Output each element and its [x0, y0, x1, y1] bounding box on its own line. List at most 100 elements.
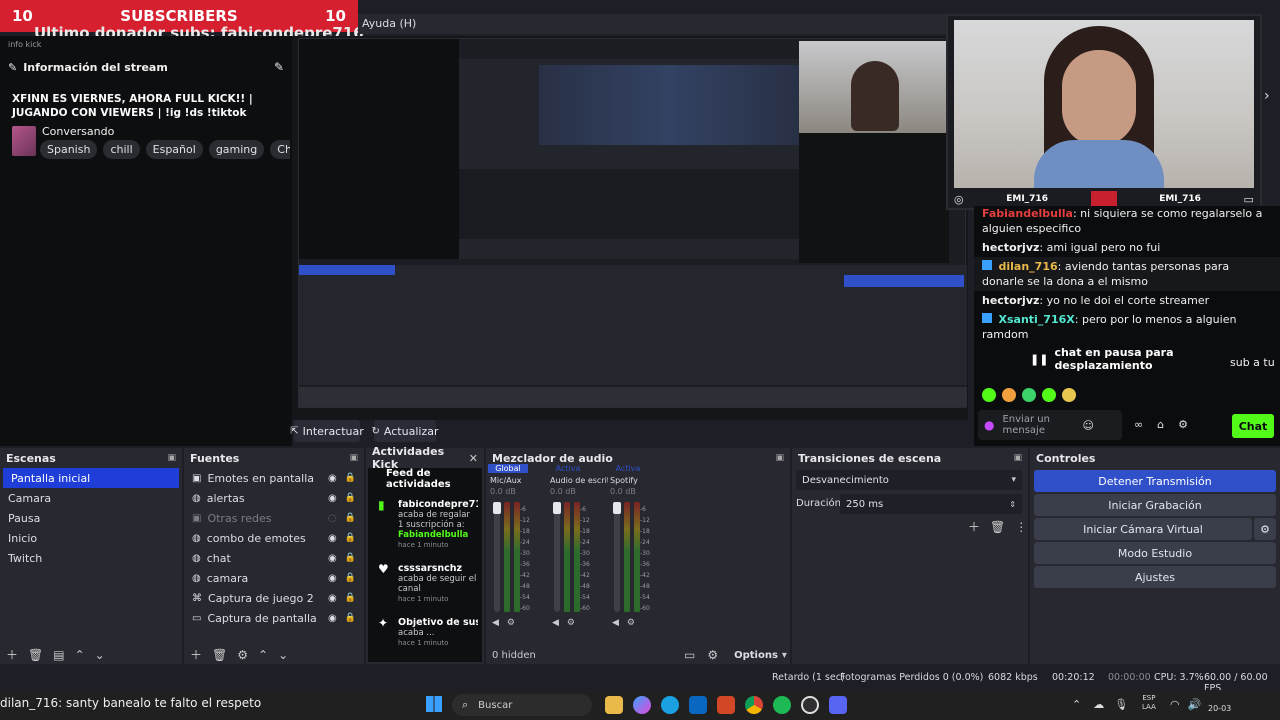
trash-icon[interactable]: 🗑	[212, 648, 227, 662]
source-item[interactable]: ⌘ Captura de juego 2 ◉ 🔒	[184, 588, 364, 608]
cloud-icon[interactable]: ☁	[1093, 698, 1104, 711]
scene-item[interactable]: Twitch	[0, 548, 182, 568]
file-explorer-icon[interactable]	[605, 696, 623, 714]
chat-send-button[interactable]: Chat	[1232, 414, 1274, 438]
undock-icon[interactable]: ▣	[167, 453, 176, 463]
scene-item[interactable]: Camara	[0, 488, 182, 508]
start-virtual-camera-button[interactable]: Iniciar Cámara Virtual	[1034, 518, 1252, 540]
eye-icon[interactable]: ◌	[328, 513, 337, 524]
audio-channel-name[interactable]: Mic/Aux	[490, 476, 548, 485]
speaker-icon[interactable]: ◀	[612, 618, 619, 628]
tag-item[interactable]: Spanish	[40, 140, 98, 159]
scene-item[interactable]: Pausa	[0, 508, 182, 528]
studio-mode-button[interactable]: Modo Estudio	[1034, 542, 1276, 564]
gear-icon[interactable]: ⚙	[567, 618, 575, 628]
wifi-icon[interactable]: ◠	[1170, 698, 1180, 711]
lock-icon[interactable]: 🔒	[345, 613, 356, 624]
eye-icon[interactable]: ◉	[328, 593, 337, 604]
chat-username[interactable]: hectorjvz	[982, 241, 1039, 254]
tag-item[interactable]: gaming	[208, 140, 265, 159]
spotify-icon[interactable]	[773, 696, 791, 714]
volume-fader[interactable]	[553, 502, 561, 612]
chrome-icon[interactable]	[745, 696, 763, 714]
audio-options-button[interactable]: Options	[734, 650, 778, 661]
trash-icon[interactable]: 🗑	[990, 520, 1005, 534]
audio-channel-name[interactable]: Audio de escritorio	[550, 476, 608, 485]
lock-icon[interactable]: 🔒	[345, 493, 356, 504]
windows-start-icon[interactable]	[426, 696, 442, 712]
virtual-camera-settings-button[interactable]: ⚙	[1254, 518, 1276, 540]
add-icon[interactable]: ＋	[6, 646, 18, 663]
infinity-icon[interactable]: ∞	[1134, 418, 1143, 431]
stop-streaming-button[interactable]: Detener Transmisión	[1034, 470, 1276, 492]
layout-icon[interactable]: ▭	[684, 648, 695, 662]
lock-icon[interactable]: 🔒	[345, 553, 356, 564]
source-item[interactable]: ◍ alertas ◉ 🔒	[184, 488, 364, 508]
edit-icon[interactable]: ✎	[274, 60, 284, 74]
volume-icon[interactable]: 🔊	[1188, 698, 1202, 711]
chat-username[interactable]: dilan_716	[999, 260, 1058, 273]
audio-channel-name[interactable]: Spotify	[610, 476, 668, 485]
gear-icon[interactable]: ⚙	[1178, 418, 1188, 431]
add-icon[interactable]: ＋	[190, 646, 202, 663]
edge-icon[interactable]	[661, 696, 679, 714]
gear-icon[interactable]: ⚙	[707, 648, 718, 662]
undock-icon[interactable]: ▣	[349, 453, 358, 463]
emoji-icon[interactable]: ☺	[1082, 419, 1093, 432]
audio-tab[interactable]: Activa	[608, 464, 648, 473]
lock-icon[interactable]: 🔒	[345, 473, 356, 484]
mail-icon[interactable]	[717, 696, 735, 714]
add-icon[interactable]: ＋	[968, 518, 980, 535]
interact-button[interactable]: ⇱ Interactuar	[290, 420, 364, 442]
chat-input[interactable]: ● Enviar un mensaje ☺	[978, 410, 1122, 440]
preview-canvas[interactable]	[292, 36, 968, 420]
chevron-down-icon[interactable]: ⌄	[95, 648, 105, 662]
source-item[interactable]: ◍ camara ◉ 🔒	[184, 568, 364, 588]
obs-icon[interactable]	[801, 696, 819, 714]
gear-icon[interactable]: ⚙	[627, 618, 635, 628]
chevron-up-icon[interactable]: ⌃	[258, 648, 268, 662]
lock-icon[interactable]: 🔒	[345, 533, 356, 544]
menu-help[interactable]: Ayuda (H)	[362, 17, 416, 30]
chevron-right-icon[interactable]: ›	[1264, 88, 1270, 104]
audio-tab[interactable]: Activa	[548, 464, 588, 473]
source-item[interactable]: ▣ Emotes en pantalla ◉ 🔒	[184, 468, 364, 488]
source-item[interactable]: ◍ chat ◉ 🔒	[184, 548, 364, 568]
start-recording-button[interactable]: Iniciar Grabación	[1034, 494, 1276, 516]
lock-icon[interactable]: 🔒	[345, 593, 356, 604]
source-item[interactable]: ▭ Captura de pantalla ◉ 🔒	[184, 608, 364, 628]
discord-icon[interactable]	[829, 696, 847, 714]
eye-icon[interactable]: ◉	[328, 573, 337, 584]
eye-icon[interactable]: ◉	[328, 613, 337, 624]
tag-item[interactable]: Chile	[270, 140, 290, 159]
filter-icon[interactable]: ▤	[53, 648, 64, 662]
refresh-button[interactable]: ↻ Actualizar	[372, 420, 438, 442]
speaker-icon[interactable]: ◀	[492, 618, 499, 628]
chevron-up-icon[interactable]: ⌃	[75, 648, 85, 662]
chevron-down-icon[interactable]: ⌄	[278, 648, 288, 662]
eye-icon[interactable]: ◉	[328, 553, 337, 564]
volume-fader[interactable]	[493, 502, 501, 612]
chat-username[interactable]: hectorjvz	[982, 294, 1039, 307]
taskbar-lang[interactable]: ESP	[1142, 694, 1156, 703]
gear-icon[interactable]: ⚙	[237, 648, 248, 662]
transition-select[interactable]: Desvanecimiento ▾	[796, 470, 1022, 490]
close-icon[interactable]: ✕	[469, 452, 478, 465]
mic-icon[interactable]: 🎙	[1114, 698, 1128, 711]
speaker-icon[interactable]: ◀	[552, 618, 559, 628]
scene-item[interactable]: Inicio	[0, 528, 182, 548]
lock-icon[interactable]: 🔒	[345, 513, 356, 524]
volume-fader[interactable]	[613, 502, 621, 612]
tag-item[interactable]: chill	[103, 140, 140, 159]
eye-icon[interactable]: ◉	[328, 493, 337, 504]
undock-icon[interactable]: ▣	[775, 453, 784, 463]
store-icon[interactable]: ⌂	[1157, 418, 1164, 431]
trash-icon[interactable]: 🗑	[28, 648, 43, 662]
eye-icon[interactable]: ◉	[328, 473, 337, 484]
taskbar-search[interactable]: ⌕ Buscar	[452, 694, 592, 716]
more-icon[interactable]: ⋮	[1015, 520, 1027, 534]
settings-button[interactable]: Ajustes	[1034, 566, 1276, 588]
eye-icon[interactable]: ◉	[328, 533, 337, 544]
audio-tab[interactable]: Global	[488, 464, 528, 473]
source-item[interactable]: ◍ combo de emotes ◉ 🔒	[184, 528, 364, 548]
